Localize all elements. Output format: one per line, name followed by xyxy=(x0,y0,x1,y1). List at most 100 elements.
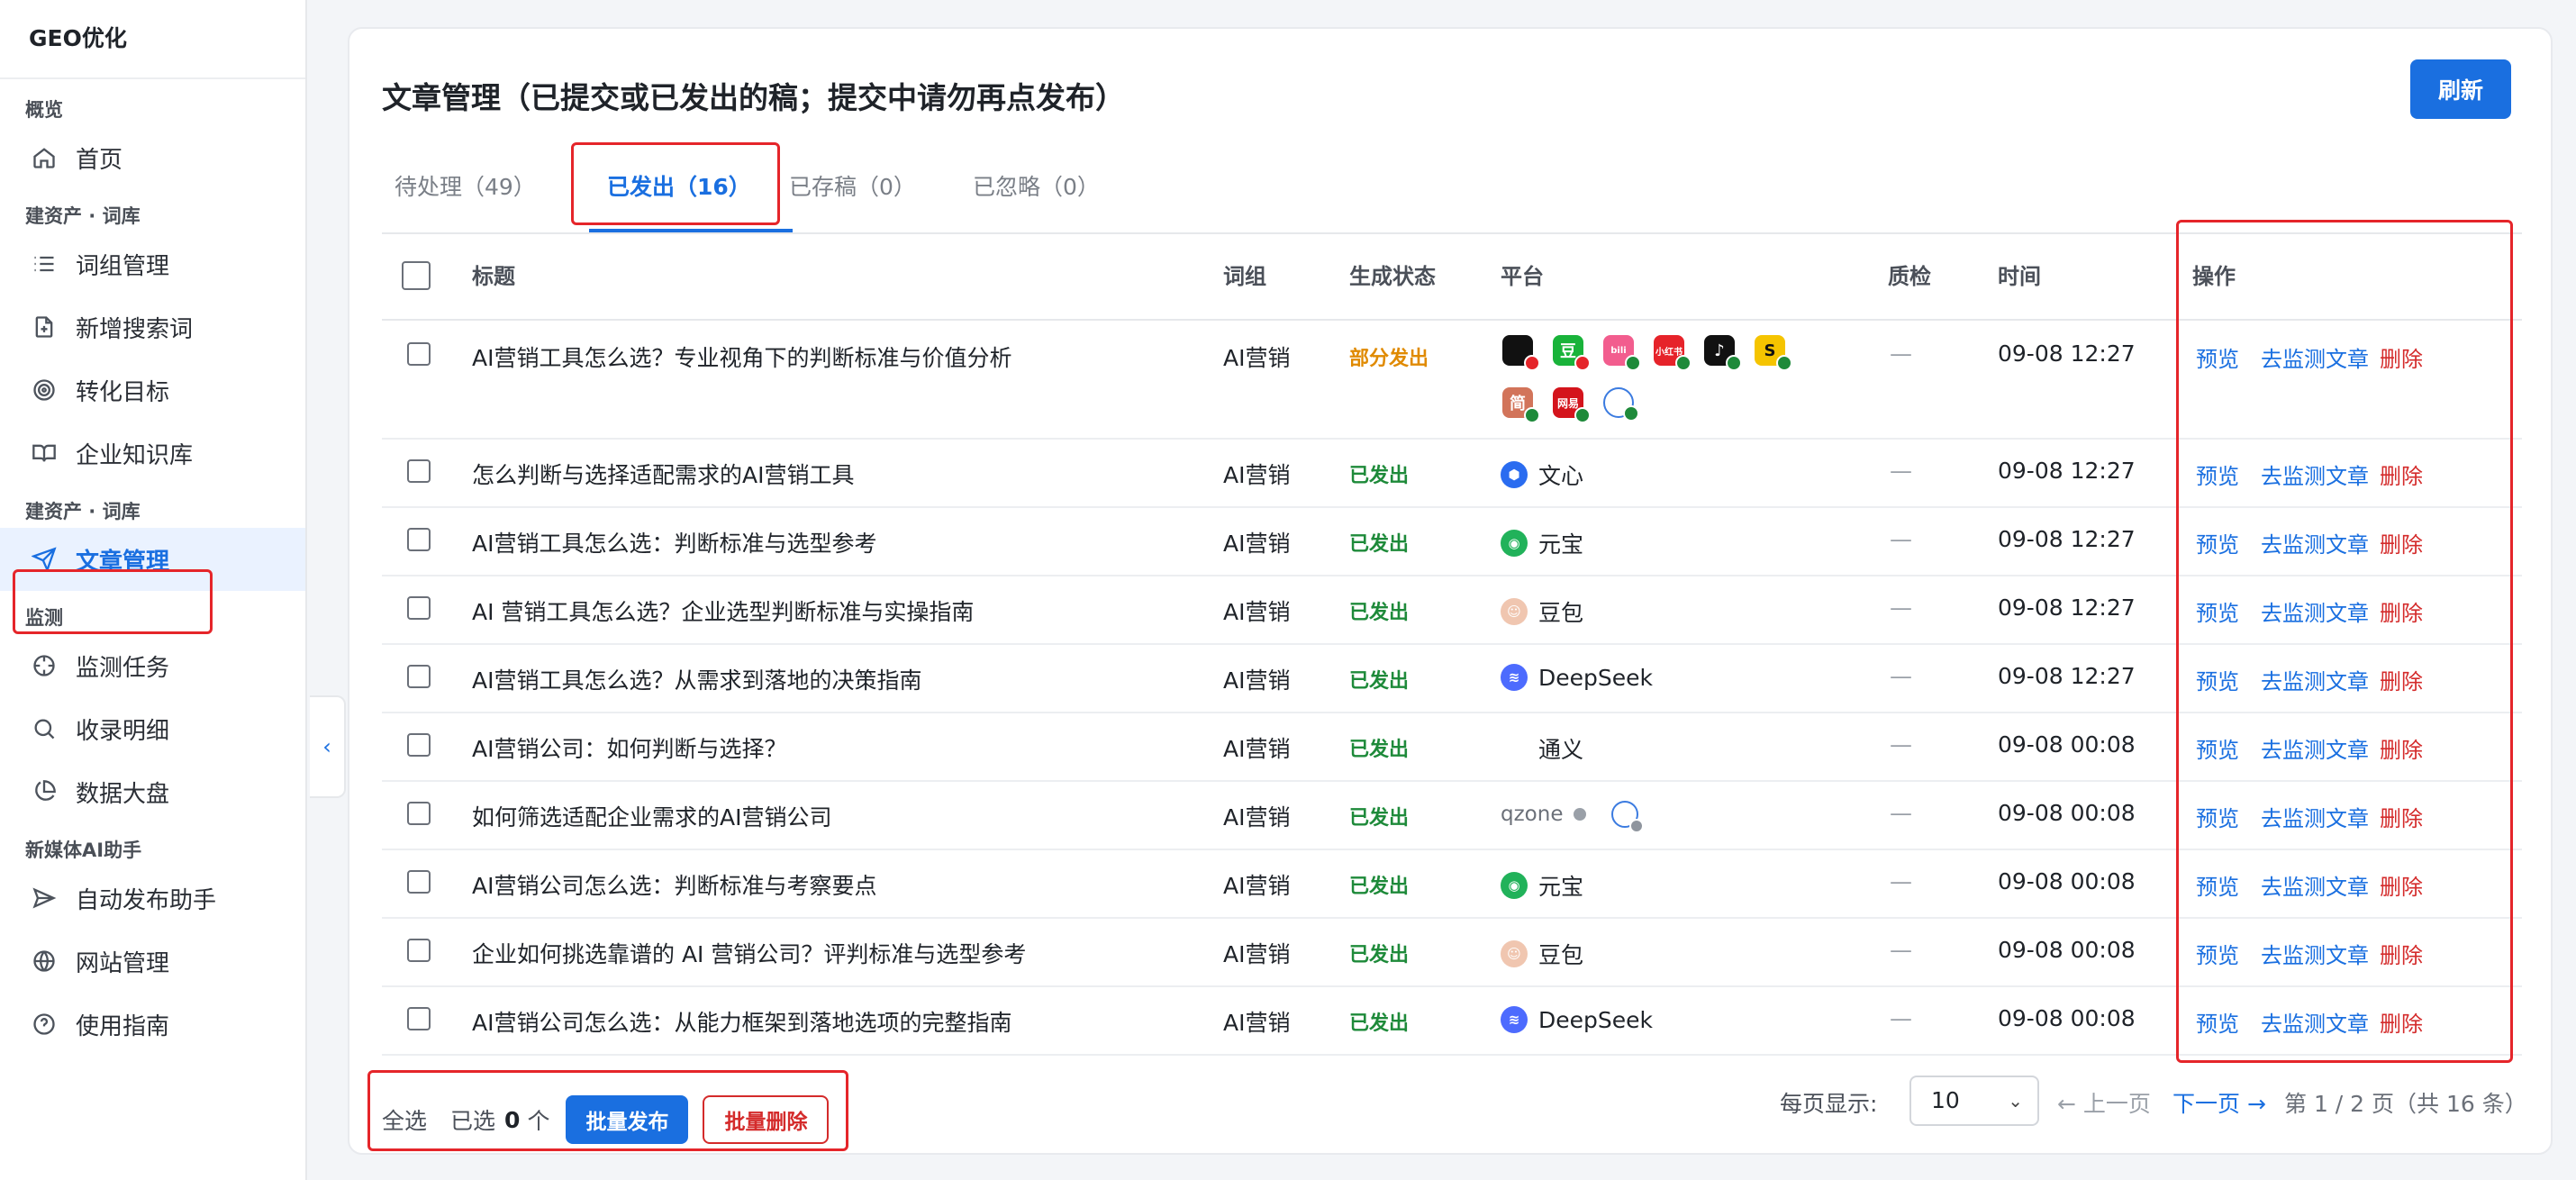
sidebar-item-home[interactable]: 首页 xyxy=(0,126,305,189)
monitor-article-link[interactable]: 去监测文章 xyxy=(2261,595,2369,627)
monitor-article-link[interactable]: 去监测文章 xyxy=(2261,527,2369,558)
douban-icon[interactable]: 豆 xyxy=(1553,335,1591,371)
tab-pending[interactable]: 待处理（49） xyxy=(395,142,536,232)
jianshu-icon[interactable]: 简 xyxy=(1502,387,1540,423)
netease-icon[interactable]: 网易 xyxy=(1553,387,1591,423)
monitor-article-link[interactable]: 去监测文章 xyxy=(2261,1006,2369,1038)
batch-delete-button[interactable]: 批量删除 xyxy=(703,1095,830,1144)
next-page-button[interactable]: 下一页 → xyxy=(2172,1086,2266,1119)
sidebar-item-user-guide[interactable]: 使用指南 xyxy=(0,993,305,1056)
row-checkbox[interactable] xyxy=(407,459,431,483)
sidebar-item-auto-publish[interactable]: 自动发布助手 xyxy=(0,867,305,930)
column-header-platform: 平台 xyxy=(1501,264,1544,289)
sidebar-item-monitor-tasks[interactable]: 监测任务 xyxy=(0,634,305,697)
sidebar-item-index-details[interactable]: 收录明细 xyxy=(0,697,305,760)
qq-icon[interactable] xyxy=(1502,335,1540,371)
monitor-article-link[interactable]: 去监测文章 xyxy=(2261,732,2369,764)
per-page-label: 每页显示: xyxy=(1780,1091,1878,1117)
row-qc: — xyxy=(1890,663,1912,689)
delete-link[interactable]: 删除 xyxy=(2380,801,2423,832)
status-dot xyxy=(1524,407,1540,423)
row-title[interactable]: 如何筛选适配企业需求的AI营销公司 xyxy=(472,800,831,832)
row-title[interactable]: 企业如何挑选靠谱的 AI 营销公司？评判标准与选型参考 xyxy=(472,937,1026,969)
book-icon xyxy=(31,440,58,467)
row-title[interactable]: AI营销工具怎么选？从需求到落地的决策指南 xyxy=(472,663,921,695)
row-title[interactable]: AI营销公司怎么选：判断标准与考察要点 xyxy=(472,868,876,901)
monitor-article-link[interactable]: 去监测文章 xyxy=(2261,938,2369,969)
row-platform: 通义 xyxy=(1501,732,1583,765)
sidebar: GEO优化 概览 首页 建资产 · 词库 词组管理 新增搜索词 转化目标 企业知… xyxy=(0,0,307,1180)
deepseek-logo-icon: ≋ xyxy=(1501,664,1528,691)
row-checkbox[interactable] xyxy=(407,1007,431,1030)
sidebar-item-keyword-groups[interactable]: 词组管理 xyxy=(0,232,305,295)
select-all-checkbox[interactable] xyxy=(402,261,431,290)
row-title[interactable]: AI营销公司：如何判断与选择？ xyxy=(472,731,786,764)
per-page-select[interactable]: 10 ⌄ xyxy=(1909,1076,2039,1126)
preview-link[interactable]: 预览 xyxy=(2196,664,2239,695)
column-header-qc: 质检 xyxy=(1888,264,1931,289)
douyin-icon[interactable]: ♪ xyxy=(1704,335,1742,371)
collapse-sidebar-button[interactable]: ‹ xyxy=(310,695,346,798)
preview-link[interactable]: 预览 xyxy=(2196,458,2239,490)
tab-drafts[interactable]: 已存稿（0） xyxy=(789,142,916,232)
preview-link[interactable]: 预览 xyxy=(2196,801,2239,832)
sidebar-item-label: 新增搜索词 xyxy=(76,315,194,343)
preview-link[interactable]: 预览 xyxy=(2196,1006,2239,1038)
bilibili-icon[interactable]: bili xyxy=(1603,335,1641,371)
delete-link[interactable]: 删除 xyxy=(2380,1006,2423,1038)
monitor-article-link[interactable]: 去监测文章 xyxy=(2261,341,2369,373)
preview-link[interactable]: 预览 xyxy=(2196,341,2239,373)
preview-link[interactable]: 预览 xyxy=(2196,527,2239,558)
row-title[interactable]: 怎么判断与选择适配需求的AI营销工具 xyxy=(472,458,854,490)
batch-publish-button[interactable]: 批量发布 xyxy=(566,1095,689,1144)
delete-link[interactable]: 删除 xyxy=(2380,341,2423,373)
row-title[interactable]: AI营销公司怎么选：从能力框架到落地选项的完整指南 xyxy=(472,1005,1011,1038)
delete-link[interactable]: 删除 xyxy=(2380,664,2423,695)
sidebar-item-article-management[interactable]: 文章管理 xyxy=(0,528,305,591)
monitor-article-link[interactable]: 去监测文章 xyxy=(2261,869,2369,901)
delete-link[interactable]: 删除 xyxy=(2380,869,2423,901)
sidebar-item-conversion-goal[interactable]: 转化目标 xyxy=(0,359,305,422)
row-checkbox[interactable] xyxy=(407,939,431,962)
delete-link[interactable]: 删除 xyxy=(2380,938,2423,969)
sidebar-item-label: 自动发布助手 xyxy=(76,886,217,914)
sidebar-item-new-keyword[interactable]: 新增搜索词 xyxy=(0,295,305,359)
row-checkbox[interactable] xyxy=(407,802,431,825)
preview-link[interactable]: 预览 xyxy=(2196,869,2239,901)
tab-ignored[interactable]: 已忽略（0） xyxy=(973,142,1100,232)
preview-link[interactable]: 预览 xyxy=(2196,595,2239,627)
preview-link[interactable]: 预览 xyxy=(2196,938,2239,969)
row-checkbox[interactable] xyxy=(407,596,431,620)
row-checkbox[interactable] xyxy=(407,665,431,688)
tab-published[interactable]: 已发出（16） xyxy=(607,142,751,232)
status-dot xyxy=(1625,355,1641,371)
delete-link[interactable]: 删除 xyxy=(2380,527,2423,558)
select-all-label[interactable]: 全选 xyxy=(382,1103,427,1136)
sidebar-item-site-management[interactable]: 网站管理 xyxy=(0,930,305,993)
sidebar-item-knowledge-base[interactable]: 企业知识库 xyxy=(0,422,305,485)
delete-link[interactable]: 删除 xyxy=(2380,458,2423,490)
link-platform-icon[interactable] xyxy=(1603,387,1639,422)
status-dot xyxy=(1574,808,1587,821)
link-platform-icon[interactable] xyxy=(1611,801,1645,833)
delete-link[interactable]: 删除 xyxy=(2380,595,2423,627)
sohu-icon[interactable]: S xyxy=(1755,335,1792,371)
monitor-article-link[interactable]: 去监测文章 xyxy=(2261,458,2369,490)
row-status-badge: 已发出 xyxy=(1349,739,1410,761)
xiaohongshu-icon[interactable]: 小红书 xyxy=(1654,335,1692,371)
monitor-article-link[interactable]: 去监测文章 xyxy=(2261,664,2369,695)
row-title[interactable]: AI营销工具怎么选：判断标准与选型参考 xyxy=(472,526,876,558)
row-checkbox[interactable] xyxy=(407,733,431,757)
sidebar-item-dashboard[interactable]: 数据大盘 xyxy=(0,760,305,823)
row-title[interactable]: AI 营销工具怎么选？企业选型判断标准与实操指南 xyxy=(472,595,974,627)
monitor-article-link[interactable]: 去监测文章 xyxy=(2261,801,2369,832)
row-platform: ☺ 豆包 xyxy=(1501,595,1583,628)
preview-link[interactable]: 预览 xyxy=(2196,732,2239,764)
delete-link[interactable]: 删除 xyxy=(2380,732,2423,764)
row-checkbox[interactable] xyxy=(407,342,431,366)
refresh-button[interactable]: 刷新 xyxy=(2410,59,2511,119)
row-checkbox[interactable] xyxy=(407,528,431,551)
row-title[interactable]: AI营销工具怎么选？专业视角下的判断标准与价值分析 xyxy=(472,340,1011,373)
row-checkbox[interactable] xyxy=(407,870,431,894)
prev-page-button[interactable]: ← 上一页 xyxy=(2057,1086,2151,1119)
